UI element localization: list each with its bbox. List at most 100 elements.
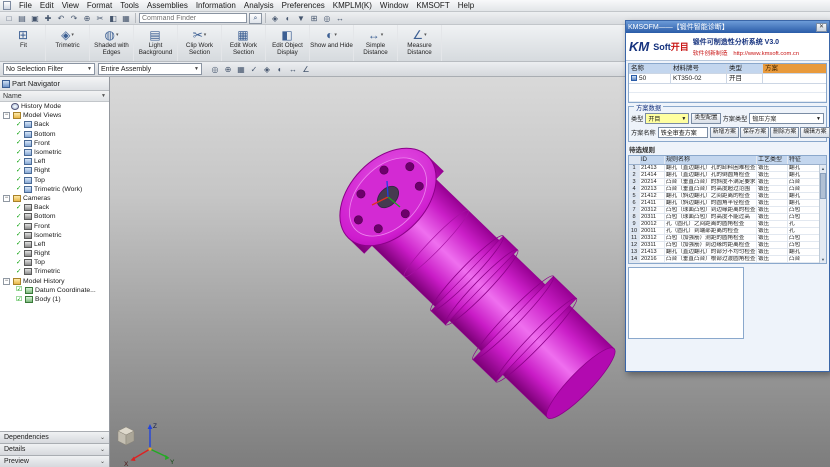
rule-detail-box[interactable] bbox=[628, 267, 744, 339]
tree-item-camera[interactable]: Right bbox=[0, 249, 109, 258]
quick-tool-icon[interactable]: ▣ bbox=[29, 13, 41, 24]
kmsoft-title-bar[interactable]: KMSOFM——【锻件智能诊断】 ✕ bbox=[626, 21, 829, 33]
rule-row[interactable]: 1 21413 翻孔（直边翻孔）孔的卸料困难检查 锻压 翻孔 bbox=[629, 165, 826, 172]
toolbar-button[interactable]: ◧ Edit Object Display bbox=[266, 25, 310, 61]
tree-item-view[interactable]: Top bbox=[0, 176, 109, 185]
toolbar-button[interactable]: ▤ Light Background bbox=[134, 25, 178, 61]
quick-tool-icon[interactable]: ▼ bbox=[295, 13, 307, 24]
checkbox-icon[interactable] bbox=[16, 296, 24, 304]
type-combo[interactable]: 开目 ▼ bbox=[645, 113, 689, 124]
scheme-action-button[interactable]: 新增方案 bbox=[710, 127, 739, 138]
tree-item-view[interactable]: Right bbox=[0, 166, 109, 175]
quick-tool-icon[interactable]: ◎ bbox=[321, 13, 333, 24]
toolbar-button[interactable]: ▦ Edit Work Section bbox=[222, 25, 266, 61]
menu-item[interactable]: Preferences bbox=[278, 0, 329, 11]
scroll-down-icon[interactable]: ▼ bbox=[820, 256, 826, 263]
rule-row[interactable]: 6 21411 翻孔（斜边翻孔）的圆角半径检查 锻压 翻孔 bbox=[629, 200, 826, 207]
toolbar-button[interactable]: ◈ ▾ Trimetric bbox=[46, 25, 90, 61]
collapse-icon[interactable] bbox=[3, 278, 10, 285]
selection-scope-combo[interactable]: Entire Assembly ▼ bbox=[98, 63, 202, 75]
toolbar-button[interactable]: ✂ ▾ Clip Work Section bbox=[178, 25, 222, 61]
scheme-type-combo[interactable]: 锻压方案 ▼ bbox=[749, 113, 824, 124]
quick-tool-icon[interactable]: □ bbox=[3, 13, 15, 24]
tree-item-camera[interactable]: Back bbox=[0, 203, 109, 212]
selection-tool-icon[interactable]: ✓ bbox=[248, 64, 260, 75]
dropdown-caret-icon[interactable]: ▾ bbox=[116, 32, 119, 38]
menu-item[interactable]: KMSOFT bbox=[412, 0, 453, 11]
view-cube[interactable] bbox=[118, 427, 134, 445]
dropdown-caret-icon[interactable]: ▾ bbox=[424, 32, 427, 38]
rule-row[interactable]: 2 21414 翻孔（直边翻孔）孔的倒圆角检查 锻压 翻孔 bbox=[629, 172, 826, 179]
menu-item[interactable]: Edit bbox=[36, 0, 58, 11]
dropdown-caret-icon[interactable]: ▾ bbox=[334, 32, 337, 38]
menu-item[interactable]: Tools bbox=[116, 0, 143, 11]
tree-item-feature[interactable]: Datum Coordinate... bbox=[0, 286, 109, 295]
quick-tool-icon[interactable]: ↷ bbox=[68, 13, 80, 24]
rule-row[interactable]: 11 20312 凸包（加强筋）测距的圆角检查 锻压 凸包 bbox=[629, 235, 826, 242]
quick-tool-icon[interactable]: ▦ bbox=[120, 13, 132, 24]
tree-column-header[interactable]: Name ▼ bbox=[0, 91, 109, 102]
rules-scrollbar[interactable]: ▲ ▼ bbox=[819, 165, 826, 263]
quick-tool-icon[interactable]: ◧ bbox=[107, 13, 119, 24]
rule-row[interactable]: 10 20011 孔（圆孔）到端部距离的检查 锻压 孔 bbox=[629, 228, 826, 235]
tree-item-view[interactable]: Trimetric (Work) bbox=[0, 185, 109, 194]
part-table-row[interactable]: 50 KT350-02 开目 bbox=[629, 74, 826, 84]
toolbar-button[interactable]: ∠ ▾ Measure Distance bbox=[398, 25, 442, 61]
menu-item[interactable]: Assemblies bbox=[143, 0, 192, 11]
tree-item-view[interactable]: Isometric bbox=[0, 148, 109, 157]
dropdown-caret-icon[interactable]: ▾ bbox=[71, 32, 74, 38]
close-icon[interactable]: ✕ bbox=[816, 23, 827, 32]
scrollbar-thumb[interactable] bbox=[820, 173, 826, 199]
quick-tool-icon[interactable]: ✂ bbox=[94, 13, 106, 24]
tree-item-view[interactable]: Back bbox=[0, 120, 109, 129]
tree-item-camera[interactable]: Top bbox=[0, 258, 109, 267]
quick-tool-icon[interactable]: ◈ bbox=[269, 13, 281, 24]
toolbar-button[interactable]: ◍ ▾ Shaded with Edges bbox=[90, 25, 134, 61]
tree-group-model-history[interactable]: Model History bbox=[0, 277, 109, 286]
menu-item[interactable]: View bbox=[58, 0, 83, 11]
collapsed-panel-bar[interactable]: Details ⌄ bbox=[0, 443, 109, 455]
quick-tool-icon[interactable]: ◐ bbox=[282, 13, 294, 24]
tree-item-feature[interactable]: Body (1) bbox=[0, 295, 109, 304]
dropdown-caret-icon[interactable]: ▾ bbox=[204, 32, 207, 38]
menu-item[interactable]: KMPLM(K) bbox=[329, 0, 376, 11]
selection-tool-icon[interactable]: ▦ bbox=[235, 64, 247, 75]
selection-tool-icon[interactable]: ⊕ bbox=[222, 64, 234, 75]
quick-tool-icon[interactable]: ⊕ bbox=[81, 13, 93, 24]
tree-item-camera[interactable]: Left bbox=[0, 240, 109, 249]
quick-tool-icon[interactable]: ⊞ bbox=[308, 13, 320, 24]
type-config-button[interactable]: 类型配置 bbox=[691, 113, 720, 124]
rule-row[interactable]: 5 21412 翻孔（斜边翻孔）之间距离的检查 锻压 翻孔 bbox=[629, 193, 826, 200]
dropdown-caret-icon[interactable]: ▾ bbox=[381, 32, 384, 38]
toolbar-button[interactable]: ↔ ▾ Simple Distance bbox=[354, 25, 398, 61]
menu-item[interactable]: Window bbox=[376, 0, 412, 11]
menu-item[interactable]: Analysis bbox=[240, 0, 278, 11]
tree-item-view[interactable]: Bottom bbox=[0, 130, 109, 139]
tree-item-camera[interactable]: Bottom bbox=[0, 212, 109, 221]
rule-row[interactable]: 9 20012 孔（圆孔）之间距离的圆角检查 锻压 孔 bbox=[629, 221, 826, 228]
selection-tool-icon[interactable]: ∠ bbox=[300, 64, 312, 75]
model-part[interactable] bbox=[320, 129, 629, 433]
toolbar-button[interactable]: ⊞ Fit bbox=[2, 25, 46, 61]
collapse-icon[interactable] bbox=[3, 195, 10, 202]
chevron-down-icon[interactable]: ⌄ bbox=[100, 434, 105, 441]
menu-item[interactable]: File bbox=[15, 0, 36, 11]
selection-tool-icon[interactable]: ↔ bbox=[287, 64, 299, 75]
chevron-down-icon[interactable]: ⌄ bbox=[100, 458, 105, 465]
menu-item[interactable]: Format bbox=[83, 0, 116, 11]
quick-tool-icon[interactable]: ↔ bbox=[334, 13, 346, 24]
rule-row[interactable]: 13 21413 翻孔（直边翻孔）的部分不均匀检查 锻压 翻孔 bbox=[629, 249, 826, 256]
selection-tool-icon[interactable]: ◈ bbox=[261, 64, 273, 75]
selection-tool-icon[interactable]: ◎ bbox=[209, 64, 221, 75]
rule-row[interactable]: 7 20312 凸包（球面凸包）到边缘距离的检查 锻压 凸包 bbox=[629, 207, 826, 214]
tree-item-camera[interactable]: Isometric bbox=[0, 231, 109, 240]
quick-tool-icon[interactable]: ▤ bbox=[16, 13, 28, 24]
command-finder-search-icon[interactable]: ⌕ bbox=[249, 13, 262, 24]
selection-tool-icon[interactable]: ◐ bbox=[274, 64, 286, 75]
collapsed-panel-bar[interactable]: Dependencies ⌄ bbox=[0, 431, 109, 443]
quick-tool-icon[interactable]: ↶ bbox=[55, 13, 67, 24]
tree-group-cameras[interactable]: Cameras bbox=[0, 194, 109, 203]
toolbar-button[interactable]: ◐ ▾ Show and Hide bbox=[310, 25, 354, 61]
scheme-name-input[interactable] bbox=[658, 127, 708, 138]
menu-item[interactable]: Help bbox=[454, 0, 478, 11]
